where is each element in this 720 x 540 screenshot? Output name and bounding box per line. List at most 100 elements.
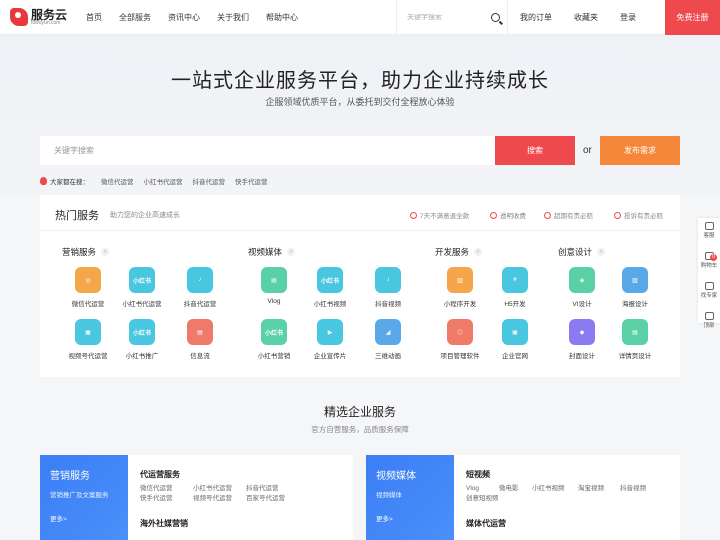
group-item[interactable]: Vlog	[466, 484, 499, 494]
service-item[interactable]: 小红书 小红书视频	[300, 267, 360, 308]
chevron-right-icon: ›	[597, 248, 606, 256]
side-find-expert[interactable]: 找专家	[698, 282, 720, 308]
website-icon: ▣	[502, 319, 528, 345]
service-name: 封面设计	[569, 353, 595, 360]
hot-tag[interactable]: 微信代运营	[101, 176, 134, 186]
nav-about[interactable]: 关于我们	[217, 12, 249, 23]
group-item[interactable]: 快手代运营	[140, 494, 193, 504]
group-item[interactable]: 微电影	[499, 484, 532, 494]
group-item[interactable]: 小红书代运营	[193, 484, 246, 494]
xiaohongshu-promo-icon: 小红书	[129, 319, 155, 345]
service-name: 信息流	[190, 353, 210, 360]
service-item[interactable]: ♪ 抖音代运营	[170, 267, 230, 308]
service-item[interactable]: ▨ 海报设计	[605, 267, 665, 308]
login-link[interactable]: 登录	[620, 12, 636, 23]
side-cart[interactable]: 0 购物车	[698, 252, 720, 278]
nav-all-services[interactable]: 全部服务	[119, 12, 151, 23]
category-title[interactable]: 视频媒体 ›	[248, 246, 296, 258]
side-toolbar: 客服 0 购物车 找专家 顶部	[698, 218, 720, 329]
hot-tag[interactable]: 小红书代运营	[144, 176, 183, 186]
category-title[interactable]: 开发服务 ›	[435, 246, 483, 258]
service-item[interactable]: ▤ 信息流	[170, 319, 230, 360]
hero-section	[0, 35, 720, 195]
search-icon[interactable]	[491, 13, 500, 22]
service-item[interactable]: ♪ 抖音视频	[358, 267, 418, 308]
logo[interactable]: 服务云 fuwuyun.com	[10, 8, 76, 26]
service-item[interactable]: ⬡ 项目管理软件	[430, 319, 490, 360]
service-item[interactable]: ≠ H5开发	[485, 267, 545, 308]
hot-services-title: 热门服务	[55, 210, 99, 222]
service-item[interactable]: ▶ 企业宣传片	[300, 319, 360, 360]
service-item[interactable]: 小红书 小红书代运营	[112, 267, 172, 308]
side-customer-service[interactable]: 客服	[698, 222, 720, 248]
service-name: 视频号代运营	[68, 353, 108, 360]
service-item[interactable]: ▣ 企业官网	[485, 319, 545, 360]
main-search-input[interactable]	[54, 146, 484, 155]
guarantee-complaint: 投诉有责必赔	[614, 210, 663, 220]
service-item[interactable]: ▣ 视频号代运营	[58, 319, 118, 360]
top-icon	[704, 312, 714, 320]
h5-icon: ≠	[502, 267, 528, 293]
chevron-right-icon: ›	[287, 248, 296, 256]
service-name: 企业官网	[502, 353, 528, 360]
service-name: Vlog	[267, 298, 281, 305]
my-orders-link[interactable]: 我的订单	[520, 12, 552, 23]
service-name: 企业宣传片	[313, 353, 347, 360]
card-more-link[interactable]: 更多>	[50, 513, 118, 523]
nav-help[interactable]: 帮助中心	[266, 12, 298, 23]
service-item[interactable]: ◎ 微信代运营	[58, 267, 118, 308]
card-title: 营销服务	[50, 471, 90, 482]
search-button[interactable]: 搜索	[495, 136, 575, 165]
hot-services-desc: 助力您的企业高速成长	[110, 212, 180, 219]
service-item[interactable]: ◈ VI设计	[552, 267, 612, 308]
hero-subtitle: 企服领域优质平台，从委托到交付全程放心体验	[265, 97, 455, 107]
service-item[interactable]: ◢ 三维动画	[358, 319, 418, 360]
nav-news[interactable]: 资讯中心	[168, 12, 200, 23]
category-title[interactable]: 营销服务 ›	[62, 246, 110, 258]
group-item[interactable]: 百家号代运营	[246, 494, 299, 504]
expert-icon	[704, 282, 714, 290]
side-back-to-top[interactable]: 顶部	[698, 312, 720, 338]
group-item[interactable]: 淘宝视频	[578, 484, 620, 494]
guarantee-overdue: 超期有责必赔	[544, 210, 593, 220]
card-subtitle: 视频媒体	[376, 492, 402, 499]
group-item[interactable]: 创意短视频	[466, 494, 526, 504]
xiaohongshu-icon: 小红书	[129, 267, 155, 293]
service-name: 小程序开发	[443, 301, 477, 308]
logo-icon	[10, 8, 28, 26]
service-item[interactable]: 小红书 小红书营销	[244, 319, 304, 360]
nav-search-input[interactable]	[407, 14, 485, 21]
check-icon	[490, 211, 497, 219]
service-name: 海报设计	[622, 301, 648, 308]
service-item[interactable]: ▥ 小程序开发	[430, 267, 490, 308]
nav-home[interactable]: 首页	[86, 12, 102, 23]
promo-film-icon: ▶	[317, 319, 343, 345]
card-more-link[interactable]: 更多>	[376, 513, 444, 523]
service-item[interactable]: ▤ Vlog	[244, 267, 304, 305]
group-title: 海外社媒营销	[140, 519, 188, 528]
logo-name: 服务云	[31, 7, 68, 22]
service-name: 小红书营销	[257, 353, 291, 360]
favorites-link[interactable]: 收藏夹	[574, 12, 598, 23]
group-item[interactable]: 微信代运营	[140, 484, 193, 494]
selected-services-subtitle: 官方自营服务，品质服务保障	[311, 425, 409, 434]
register-button[interactable]: 免费注册	[665, 0, 720, 35]
service-name: 微信代运营	[71, 301, 105, 308]
miniprogram-icon: ▥	[447, 267, 473, 293]
guarantee-transparent: 透明收费	[490, 210, 526, 220]
group-item[interactable]: 视频号代运营	[193, 494, 246, 504]
group-title: 短视频	[466, 470, 490, 479]
hot-tag[interactable]: 快手代运营	[235, 176, 268, 186]
hot-tag[interactable]: 抖音代运营	[193, 176, 226, 186]
group-item[interactable]: 抖音代运营	[246, 484, 299, 494]
group-item[interactable]: 抖音视频	[620, 484, 660, 494]
category-title[interactable]: 创意设计 ›	[558, 246, 606, 258]
publish-demand-button[interactable]: 发布需求	[600, 136, 680, 165]
service-item[interactable]: ◆ 封面设计	[552, 319, 612, 360]
xiaohongshu-marketing-icon: 小红书	[261, 319, 287, 345]
group-item[interactable]: 小红书视频	[532, 484, 578, 494]
service-name: H5开发	[504, 301, 526, 308]
service-name: 小红书视频	[313, 301, 347, 308]
service-item[interactable]: 小红书 小红书推广	[112, 319, 172, 360]
service-item[interactable]: ▤ 详情页设计	[605, 319, 665, 360]
